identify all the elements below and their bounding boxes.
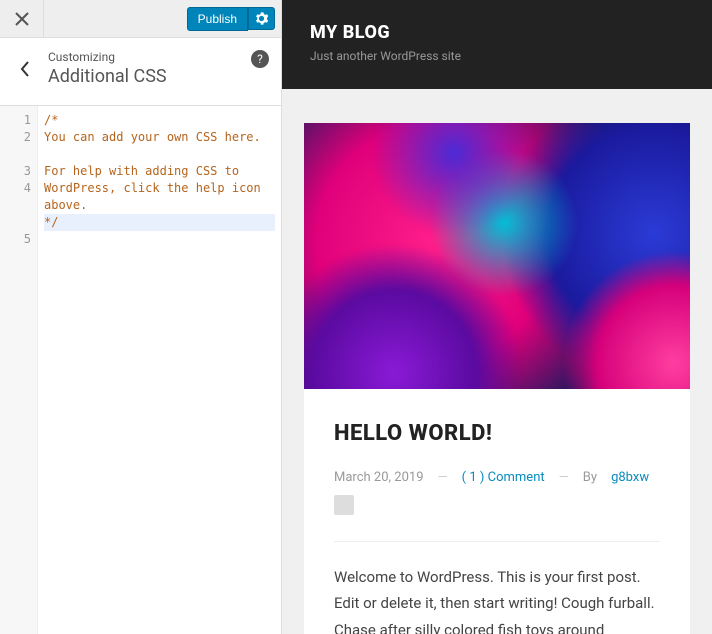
css-editor[interactable]: 1 2 3 4 5 /* You can add your own CSS he… bbox=[0, 106, 281, 634]
line-number: 5 bbox=[0, 231, 31, 248]
code-line bbox=[44, 146, 275, 163]
line-number: 3 bbox=[0, 163, 31, 180]
code-line: You can add your own CSS here. bbox=[44, 129, 275, 146]
code-line: /* bbox=[44, 112, 275, 129]
line-number-blank bbox=[0, 146, 31, 163]
code-line-active: */ bbox=[44, 214, 275, 231]
top-actions: Publish bbox=[187, 0, 281, 37]
chevron-left-icon bbox=[19, 61, 31, 77]
line-number: 1 bbox=[0, 112, 31, 129]
app-root: Publish Customizing Additional CSS ? 1 2… bbox=[0, 0, 712, 634]
comments-link[interactable]: ( 1 ) Comment bbox=[462, 470, 545, 485]
spacer bbox=[44, 0, 187, 37]
panel-subtitle: Customizing bbox=[48, 50, 267, 64]
site-title[interactable]: MY BLOG bbox=[310, 22, 684, 43]
publish-settings-button[interactable] bbox=[248, 7, 275, 30]
meta-separator: — bbox=[438, 470, 448, 485]
post-excerpt: Welcome to WordPress. This is your first… bbox=[334, 564, 660, 634]
site-preview: MY BLOG Just another WordPress site HELL… bbox=[282, 0, 712, 634]
customizer-sidebar: Publish Customizing Additional CSS ? 1 2… bbox=[0, 0, 282, 634]
avatar-row bbox=[334, 495, 660, 515]
top-bar: Publish bbox=[0, 0, 281, 38]
site-header: MY BLOG Just another WordPress site bbox=[282, 0, 712, 89]
panel-titles: Customizing Additional CSS bbox=[48, 50, 267, 87]
avatar[interactable] bbox=[334, 495, 354, 515]
by-label: By bbox=[583, 470, 597, 485]
site-tagline: Just another WordPress site bbox=[310, 49, 684, 63]
code-area[interactable]: /* You can add your own CSS here. For he… bbox=[38, 106, 281, 634]
meta-separator: — bbox=[559, 470, 569, 485]
close-button[interactable] bbox=[0, 0, 44, 37]
author-link[interactable]: g8bxw bbox=[611, 470, 649, 485]
code-line: For help with adding CSS to WordPress, c… bbox=[44, 163, 275, 214]
close-icon bbox=[15, 12, 29, 26]
publish-button[interactable]: Publish bbox=[187, 7, 248, 31]
back-button[interactable] bbox=[14, 61, 36, 77]
content-area: HELLO WORLD! March 20, 2019 — ( 1 ) Comm… bbox=[282, 89, 712, 634]
divider bbox=[334, 541, 660, 542]
featured-image[interactable] bbox=[304, 123, 690, 389]
post-date: March 20, 2019 bbox=[334, 470, 424, 485]
post-meta: March 20, 2019 — ( 1 ) Comment — By g8bx… bbox=[334, 470, 660, 485]
panel-title: Additional CSS bbox=[48, 66, 267, 87]
help-button[interactable]: ? bbox=[251, 50, 269, 68]
gear-icon bbox=[255, 12, 268, 25]
line-number-wrap bbox=[0, 197, 31, 231]
post-title[interactable]: HELLO WORLD! bbox=[334, 421, 660, 446]
line-number: 2 bbox=[0, 129, 31, 146]
post-body: HELLO WORLD! March 20, 2019 — ( 1 ) Comm… bbox=[304, 389, 690, 634]
line-number: 4 bbox=[0, 180, 31, 197]
gutter: 1 2 3 4 5 bbox=[0, 106, 38, 634]
panel-header: Customizing Additional CSS ? bbox=[0, 38, 281, 106]
post-card: HELLO WORLD! March 20, 2019 — ( 1 ) Comm… bbox=[304, 123, 690, 634]
